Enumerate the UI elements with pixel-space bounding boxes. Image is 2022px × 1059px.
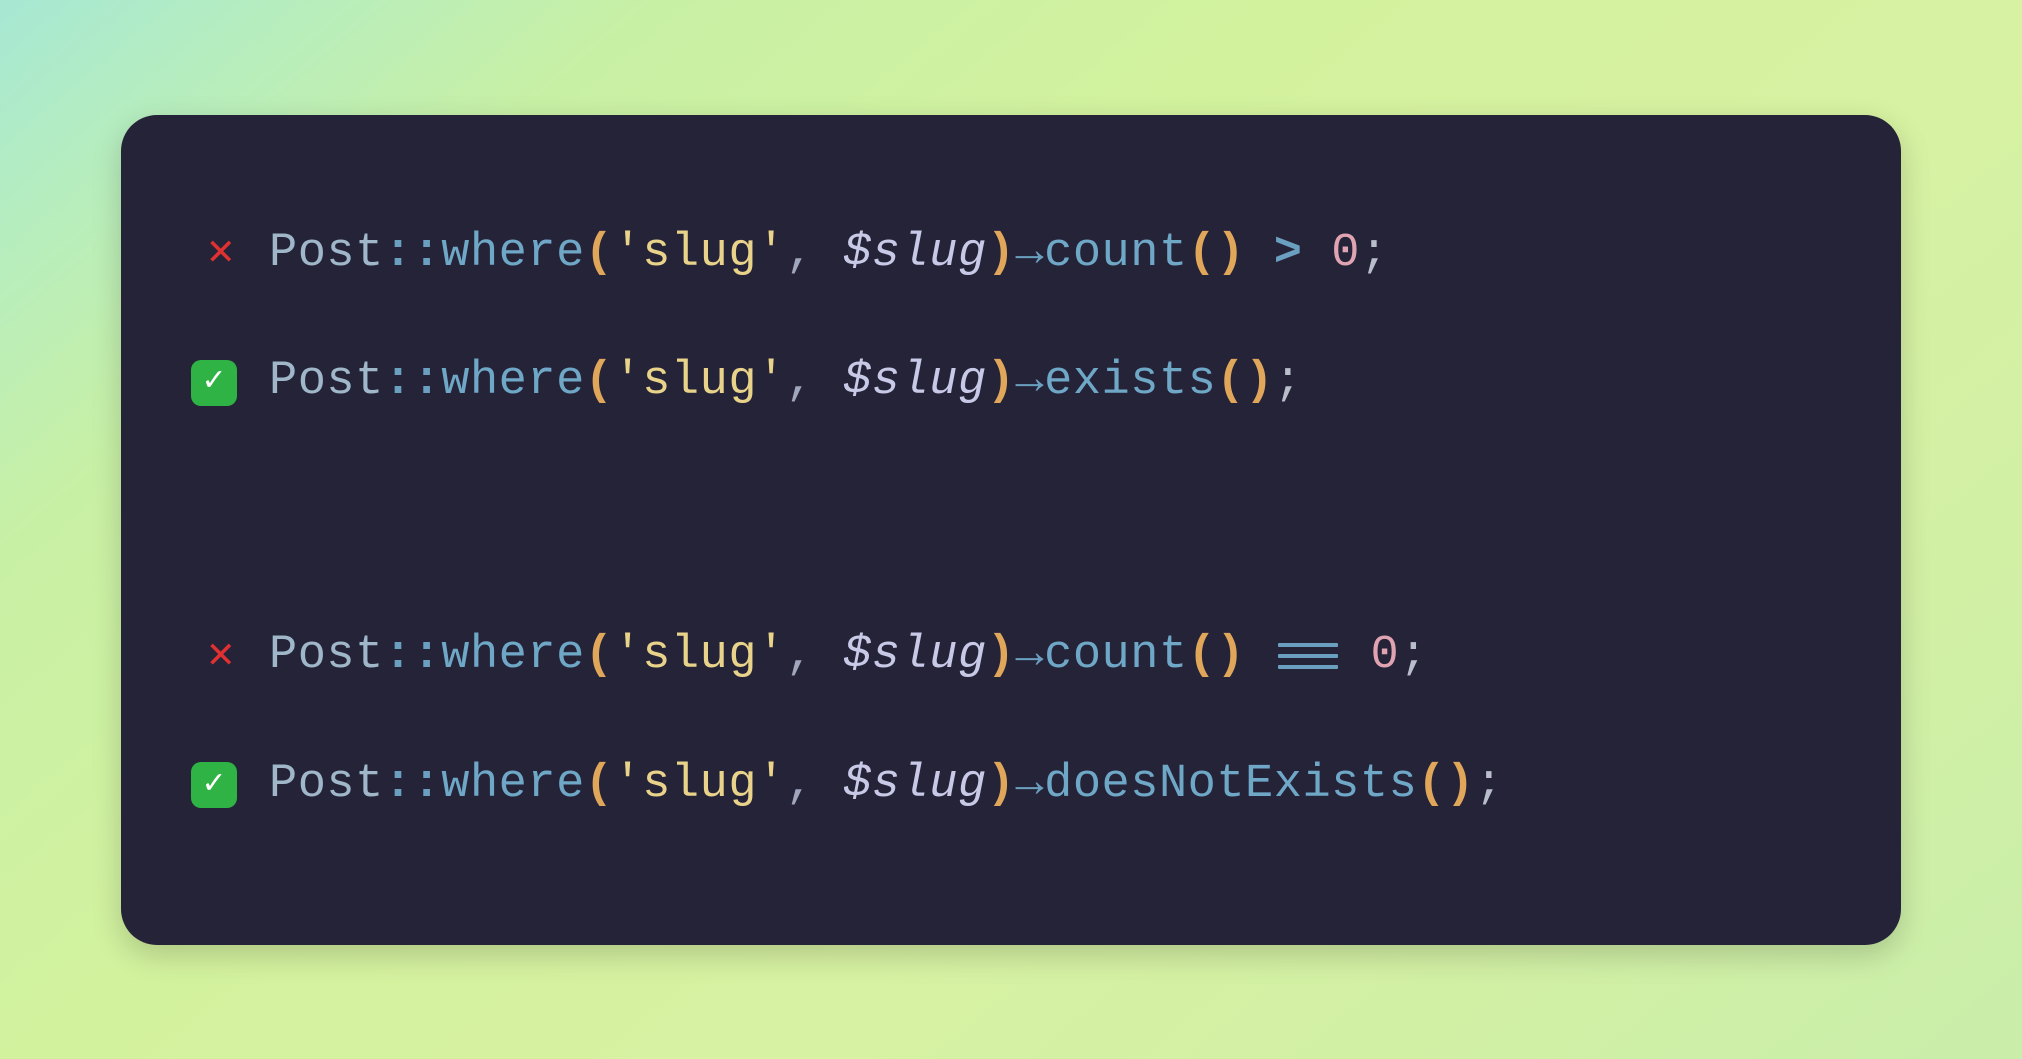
spacer xyxy=(191,283,1831,353)
token: count xyxy=(1044,627,1188,686)
token: ) xyxy=(987,627,1016,686)
token: 'slug' xyxy=(614,627,786,686)
spacer xyxy=(191,686,1831,756)
token: ) xyxy=(987,353,1016,412)
token: 'slug' xyxy=(614,756,786,815)
token: , xyxy=(786,756,843,815)
token: $slug xyxy=(843,756,987,815)
token: count xyxy=(1044,225,1188,284)
token: where xyxy=(441,627,585,686)
token: → xyxy=(1015,353,1044,412)
token: () xyxy=(1188,225,1245,284)
token: Post xyxy=(269,756,384,815)
token: 'slug' xyxy=(614,353,786,412)
token: , xyxy=(786,353,843,412)
token: 0 xyxy=(1331,225,1360,284)
token: , xyxy=(786,627,843,686)
token: where xyxy=(441,225,585,284)
identical-operator-icon xyxy=(1278,640,1338,672)
code-card: ✕ Post::where('slug', $slug)→count() > 0… xyxy=(121,115,1901,945)
code-line-3: ✕ Post::where('slug', $slug)→count() 0; xyxy=(191,627,1831,686)
check-icon: ✓ xyxy=(191,762,237,808)
token: :: xyxy=(384,627,441,686)
token: ) xyxy=(987,225,1016,284)
token: ; xyxy=(1475,756,1504,815)
token: () xyxy=(1417,756,1474,815)
token: () xyxy=(1216,353,1273,412)
token: :: xyxy=(384,756,441,815)
code-line-2: ✓ Post::where('slug', $slug)→exists(); xyxy=(191,353,1831,412)
token: $slug xyxy=(843,225,987,284)
token: () xyxy=(1188,627,1245,686)
token: ( xyxy=(585,756,614,815)
token: → xyxy=(1015,225,1044,284)
check-icon: ✓ xyxy=(191,360,237,406)
token: → xyxy=(1015,627,1044,686)
token: ) xyxy=(987,756,1016,815)
code-line-1: ✕ Post::where('slug', $slug)→count() > 0… xyxy=(191,225,1831,284)
spacer xyxy=(191,412,1831,627)
token: ; xyxy=(1360,225,1389,284)
token: $slug xyxy=(843,353,987,412)
token: doesNotExists xyxy=(1044,756,1417,815)
cross-icon: ✕ xyxy=(191,629,251,684)
token: where xyxy=(441,756,585,815)
token: 'slug' xyxy=(614,225,786,284)
token: Post xyxy=(269,353,384,412)
token: ( xyxy=(585,627,614,686)
token: exists xyxy=(1044,353,1216,412)
token: ; xyxy=(1274,353,1303,412)
token: → xyxy=(1015,756,1044,815)
token: :: xyxy=(384,225,441,284)
code-line-4: ✓ Post::where('slug', $slug)→doesNotExis… xyxy=(191,756,1831,815)
token: ; xyxy=(1399,627,1428,686)
token: :: xyxy=(384,353,441,412)
token: > xyxy=(1245,225,1331,284)
token: 0 xyxy=(1371,627,1400,686)
cross-icon: ✕ xyxy=(191,226,251,281)
token: where xyxy=(441,353,585,412)
token: Post xyxy=(269,627,384,686)
token: , xyxy=(786,225,843,284)
token: $slug xyxy=(843,627,987,686)
token: Post xyxy=(269,225,384,284)
token: ( xyxy=(585,353,614,412)
token xyxy=(1245,627,1274,686)
token xyxy=(1342,627,1371,686)
token: ( xyxy=(585,225,614,284)
